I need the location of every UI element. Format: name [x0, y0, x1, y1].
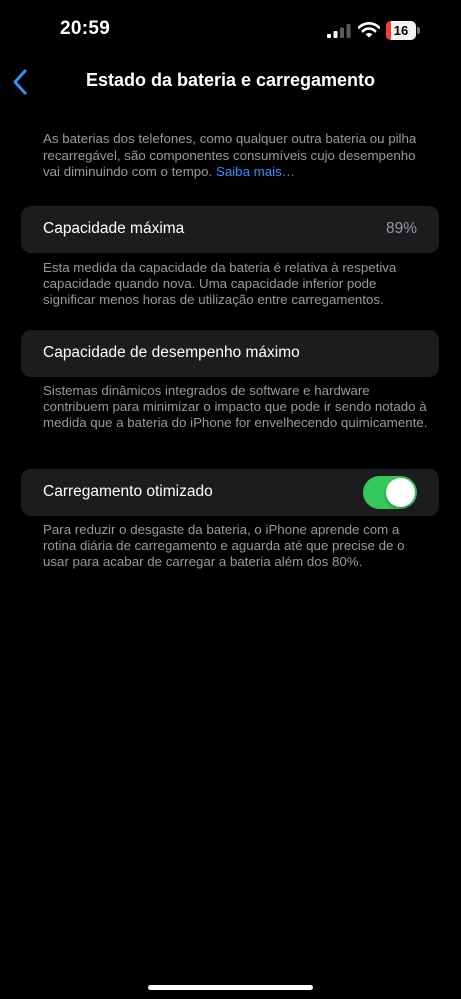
status-bar: 20:59 16	[0, 0, 461, 62]
navigation-bar: Estado da bateria e carregamento	[0, 62, 461, 102]
home-indicator[interactable]	[148, 985, 313, 990]
chevron-left-icon[interactable]	[10, 68, 32, 96]
optimized-charging-row: Carregamento otimizado	[21, 469, 439, 516]
optimized-charging-label: Carregamento otimizado	[43, 483, 213, 500]
max-capacity-footnote: Esta medida da capacidade da bateria é r…	[43, 260, 397, 307]
page-title: Estado da bateria e carregamento	[85, 70, 376, 90]
max-capacity-row: Capacidade máxima 89%	[21, 206, 439, 253]
max-capacity-label: Capacidade máxima	[43, 220, 185, 237]
cellular-signal-icon	[327, 24, 351, 38]
intro-description: As baterias dos telefones, como qualquer…	[43, 131, 423, 181]
status-time: 20:59	[60, 18, 111, 39]
battery-body: 16	[386, 21, 416, 40]
optimized-charging-footnote: Para reduzir o desgaste da bateria, o iP…	[43, 522, 405, 569]
optimized-charging-toggle[interactable]	[363, 476, 417, 509]
toggle-knob[interactable]	[386, 478, 415, 507]
peak-performance-footnote: Sistemas dinâmicos integrados de softwar…	[43, 383, 428, 430]
wifi-icon	[358, 22, 380, 38]
battery-level: 16	[393, 23, 409, 38]
battery-icon: 16	[386, 21, 420, 40]
max-capacity-value: 89%	[385, 220, 417, 237]
learn-more-link[interactable]: Saiba mais…	[216, 164, 295, 179]
peak-performance-row[interactable]: Capacidade de desempenho máximo	[21, 330, 439, 377]
peak-performance-label: Capacidade de desempenho máximo	[43, 344, 300, 361]
battery-tip	[417, 27, 420, 34]
